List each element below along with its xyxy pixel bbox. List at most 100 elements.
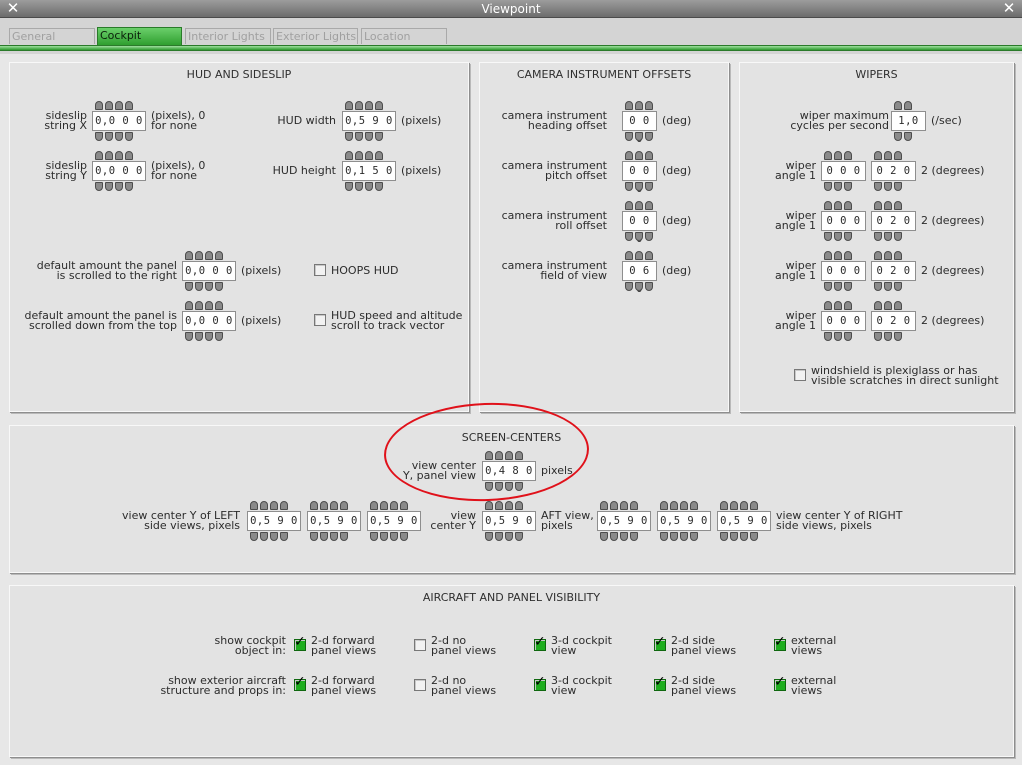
- wiper-angle-field[interactable]: 0 2 0: [871, 161, 916, 181]
- cockpit-2d-forward-checkbox[interactable]: ✓: [294, 635, 306, 651]
- camera-fov-label: camera instrument field of view: [501, 259, 607, 282]
- right-view-field[interactable]: 0,5 9 0: [597, 511, 651, 531]
- option-label: 3-d cockpit view: [551, 634, 612, 657]
- sideslip-y-label: sideslip string Y: [45, 159, 87, 182]
- scroll-right-field[interactable]: 0,0 0 0: [182, 261, 236, 281]
- left-view-field[interactable]: 0,5 9 0: [367, 511, 421, 531]
- plexiglass-checkbox[interactable]: [794, 369, 806, 381]
- wiper-angle-field[interactable]: 0 2 0: [871, 261, 916, 281]
- wiper-angle-field[interactable]: 0 0 0: [821, 211, 866, 231]
- sideslip-y-unit: (pixels), 0 for none: [151, 159, 206, 182]
- camera-heading-field[interactable]: 0 0 0: [622, 111, 657, 145]
- tab-underline: [0, 45, 1022, 51]
- hud-speed-checkbox[interactable]: [314, 314, 326, 326]
- panel-view-field[interactable]: 0,4 8 0: [482, 461, 536, 481]
- show-exterior-label: show exterior aircraft structure and prop…: [160, 674, 286, 697]
- close-icon[interactable]: ✕: [1000, 0, 1018, 18]
- wiper-angle-field[interactable]: 0 0 0: [821, 261, 866, 281]
- right-view-field[interactable]: 0,5 9 0: [717, 511, 771, 531]
- cockpit-2d-no-panel-checkbox[interactable]: [414, 639, 426, 651]
- option-label: 3-d cockpit view: [551, 674, 612, 697]
- wiper-angle-field[interactable]: 0 2 0: [871, 211, 916, 231]
- right-views-label: view center Y of RIGHT side views, pixels: [776, 509, 903, 532]
- scroll-right-unit: (pixels): [241, 264, 282, 277]
- hud-height-unit: (pixels): [401, 164, 442, 177]
- wiper-angle-field[interactable]: 0 2 0: [871, 311, 916, 331]
- show-cockpit-label: show cockpit object in:: [214, 634, 286, 657]
- left-view-field[interactable]: 0,5 9 0: [307, 511, 361, 531]
- exterior-2d-side-checkbox[interactable]: ✓: [654, 675, 666, 691]
- cockpit-external-checkbox[interactable]: ✓: [774, 635, 786, 651]
- cockpit-3d-cockpit-checkbox[interactable]: ✓: [534, 635, 546, 651]
- sideslip-y-field[interactable]: 0,0 0 0: [92, 161, 146, 181]
- wiper-angle-unit: 2 (degrees): [921, 314, 985, 327]
- option-label: 2-d no panel views: [431, 674, 497, 697]
- aft-view-label: AFT view, pixels: [541, 509, 594, 532]
- wiper-max-field[interactable]: 1,0: [891, 111, 926, 131]
- exterior-3d-cockpit-checkbox[interactable]: ✓: [534, 675, 546, 691]
- camera-pitch-label: camera instrument pitch offset: [501, 159, 607, 182]
- hoops-hud-label: HOOPS HUD: [331, 264, 399, 277]
- option-label: external views: [791, 674, 837, 697]
- option-label: 2-d no panel views: [431, 634, 497, 657]
- panel-title: SCREEN-CENTERS: [461, 431, 562, 444]
- wiper-angle-field[interactable]: 0 0 0: [821, 161, 866, 181]
- close-icon[interactable]: ✕: [4, 0, 22, 18]
- scroll-down-label: default amount the panel is scrolled down…: [24, 309, 178, 332]
- panel-view-unit: pixels: [541, 464, 573, 477]
- hud-height-field[interactable]: 0,1 5 0: [342, 161, 396, 181]
- panel-title: WIPERS: [855, 68, 898, 81]
- tab-exterior-lights[interactable]: Exterior Lights: [273, 28, 358, 44]
- camera-fov-field[interactable]: 0 6 0: [622, 261, 657, 295]
- exterior-2d-no-panel-checkbox[interactable]: [414, 679, 426, 691]
- title-bar: ✕ Viewpoint ✕: [0, 0, 1022, 18]
- option-label: 2-d forward panel views: [311, 634, 377, 657]
- wiper-row-label: wiper angle 1: [774, 159, 816, 182]
- center-view-field[interactable]: 0,5 9 0: [482, 511, 536, 531]
- wiper-angle-unit: 2 (degrees): [921, 214, 985, 227]
- camera-roll-unit: (deg): [662, 214, 692, 227]
- hoops-hud-checkbox[interactable]: [314, 264, 326, 276]
- option-label: 2-d forward panel views: [311, 674, 377, 697]
- scroll-down-field[interactable]: 0,0 0 0: [182, 311, 236, 331]
- center-view-label: view center Y: [430, 509, 476, 532]
- exterior-external-checkbox[interactable]: ✓: [774, 675, 786, 691]
- exterior-2d-forward-checkbox[interactable]: ✓: [294, 675, 306, 691]
- wiper-max-label: wiper maximum cycles per second: [790, 109, 889, 132]
- tab-location[interactable]: Location: [361, 28, 447, 44]
- wiper-angle-unit: 2 (degrees): [921, 164, 985, 177]
- tab-cockpit[interactable]: Cockpit: [97, 27, 182, 45]
- camera-roll-label: camera instrument roll offset: [501, 209, 607, 232]
- hud-width-unit: (pixels): [401, 114, 442, 127]
- camera-heading-unit: (deg): [662, 114, 692, 127]
- panel-view-label: view center Y, panel view: [402, 459, 476, 482]
- hud-width-field[interactable]: 0,5 9 0: [342, 111, 396, 131]
- wiper-row-label: wiper angle 1: [774, 209, 816, 232]
- tab-general[interactable]: General: [9, 28, 95, 44]
- sideslip-x-label: sideslip string X: [44, 109, 87, 132]
- wiper-max-unit: (/sec): [931, 114, 962, 127]
- screen-centers-panel: SCREEN-CENTERS view center Y, panel view …: [9, 425, 1014, 573]
- camera-offsets-panel: CAMERA INSTRUMENT OFFSETS camera instrum…: [479, 62, 729, 412]
- panel-title: AIRCRAFT AND PANEL VISIBILITY: [422, 591, 601, 604]
- wiper-angle-field[interactable]: 0 0 0: [821, 311, 866, 331]
- visibility-panel: AIRCRAFT AND PANEL VISIBILITY show cockp…: [9, 585, 1014, 757]
- right-view-field[interactable]: 0,5 9 0: [657, 511, 711, 531]
- wiper-row-label: wiper angle 1: [774, 309, 816, 332]
- camera-fov-unit: (deg): [662, 264, 692, 277]
- scroll-right-label: default amount the panel is scrolled to t…: [36, 259, 177, 282]
- panel-title: CAMERA INSTRUMENT OFFSETS: [516, 68, 692, 81]
- camera-roll-field[interactable]: 0 0 0: [622, 211, 657, 245]
- window-title: Viewpoint: [481, 2, 541, 16]
- option-label: 2-d side panel views: [671, 634, 737, 657]
- left-view-field[interactable]: 0,5 9 0: [247, 511, 301, 531]
- hud-sideslip-panel: HUD AND SIDESLIP sideslip string X 0,0 0 …: [9, 62, 469, 412]
- sideslip-x-field[interactable]: 0,0 0 0: [92, 111, 146, 131]
- sideslip-x-unit: (pixels), 0 for none: [151, 109, 206, 132]
- tab-interior-lights[interactable]: Interior Lights: [185, 28, 271, 44]
- cockpit-2d-side-checkbox[interactable]: ✓: [654, 635, 666, 651]
- option-label: 2-d side panel views: [671, 674, 737, 697]
- wipers-panel: WIPERS wiper maximum cycles per second 1,…: [739, 62, 1014, 412]
- camera-pitch-field[interactable]: 0 0 0: [622, 161, 657, 195]
- hud-width-label: HUD width: [277, 114, 336, 127]
